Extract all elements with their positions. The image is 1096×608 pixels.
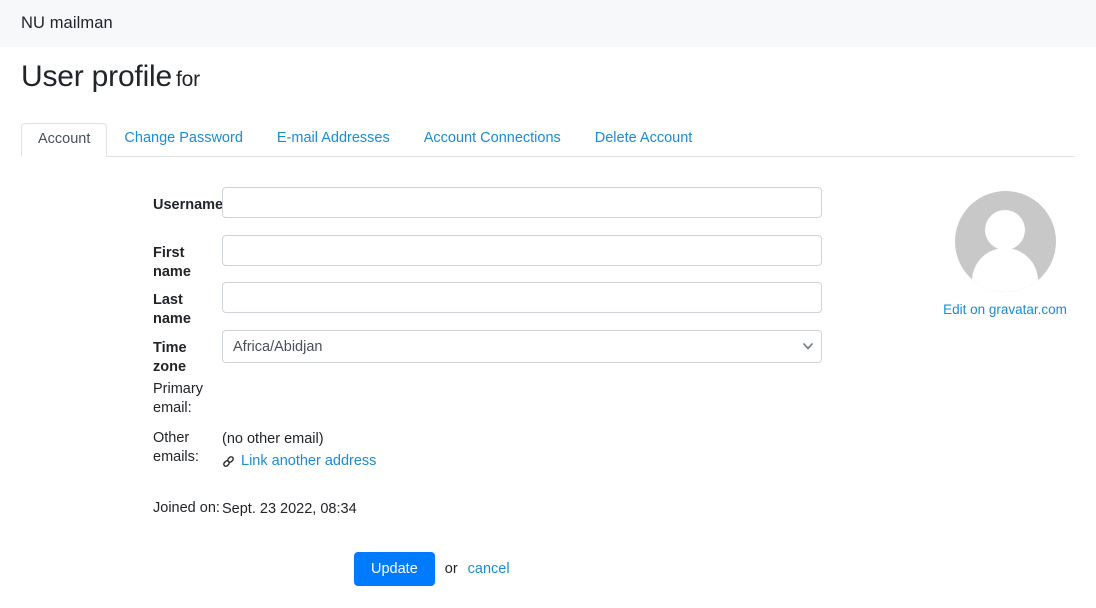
time-zone-select[interactable]: Africa/Abidjan [222,330,822,363]
form-row-primary-email: Primary email: [21,377,1075,426]
joined-on-value: Sept. 23 2022, 08:34 [222,501,357,517]
profile-tabs: Account Change Password E-mail Addresses… [21,122,1075,157]
account-form: Edit on gravatar.com Username First name… [21,187,1075,587]
form-row-first-name: First name [21,235,1075,282]
top-navbar: NU mailman [0,0,1096,47]
first-name-field-wrapper [222,235,823,266]
username-label: Username [153,197,224,213]
time-zone-label: Time zone [153,340,187,375]
tab-account[interactable]: Account [21,122,108,157]
primary-email-value [222,377,823,401]
primary-email-redacted [222,380,382,394]
edit-on-gravatar-link[interactable]: Edit on gravatar.com [935,302,1075,317]
update-button[interactable]: Update [354,552,435,587]
avatar-head-shape [985,210,1025,250]
form-actions: Update or cancel [21,552,1075,587]
primary-email-label: Primary email: [153,381,203,416]
joined-on-label: Joined on: [153,500,220,516]
tab-delete-account[interactable]: Delete Account [578,122,710,156]
page-title: User profile for [21,62,350,92]
primary-email-value-wrapper [222,377,823,401]
form-row-username: Username [21,187,1075,235]
time-zone-field-wrapper: Africa/Abidjan [222,330,823,363]
link-another-address-row[interactable]: Link another address [222,453,823,469]
link-another-address-link[interactable]: Link another address [241,453,376,469]
tab-email-addresses[interactable]: E-mail Addresses [260,122,407,156]
form-row-last-name: Last name [21,282,1075,330]
time-zone-select-wrapper: Africa/Abidjan [222,330,822,363]
form-row-other-emails: Other emails: (no other email) Link anot… [21,426,1075,496]
form-row-time-zone: Time zone Africa/Abidjan [21,330,1075,377]
cancel-link[interactable]: cancel [468,561,510,577]
first-name-label: First name [153,245,191,280]
tab-change-password[interactable]: Change Password [107,122,260,156]
other-emails-label: Other emails: [153,430,199,465]
tab-account-connections[interactable]: Account Connections [407,122,578,156]
avatar-body-shape [972,248,1038,292]
first-name-input[interactable] [222,235,822,266]
page-title-for-word: for [175,68,200,91]
profile-content: Edit on gravatar.com Username First name… [0,187,1096,587]
last-name-label: Last name [153,292,191,327]
page-title-container: User profile for [0,47,1096,107]
brand-title[interactable]: NU mailman [21,14,113,33]
avatar [954,191,1056,292]
last-name-field-wrapper [222,282,823,313]
page-title-text: User profile [21,60,172,93]
joined-on-value-wrapper: Sept. 23 2022, 08:34 [222,496,823,520]
or-separator-label: or [444,561,458,578]
page-title-subject-redacted [200,68,350,86]
last-name-input[interactable] [222,282,822,313]
other-emails-value: (no other email) [222,431,324,447]
form-row-joined-on: Joined on: Sept. 23 2022, 08:34 [21,496,1075,549]
chain-link-icon [222,455,235,468]
tabs-container: Account Change Password E-mail Addresses… [0,122,1096,157]
other-emails-value-wrapper: (no other email) Link another address [222,426,823,469]
avatar-block: Edit on gravatar.com [935,187,1075,317]
username-field-wrapper [222,187,823,218]
username-input[interactable] [222,187,822,218]
